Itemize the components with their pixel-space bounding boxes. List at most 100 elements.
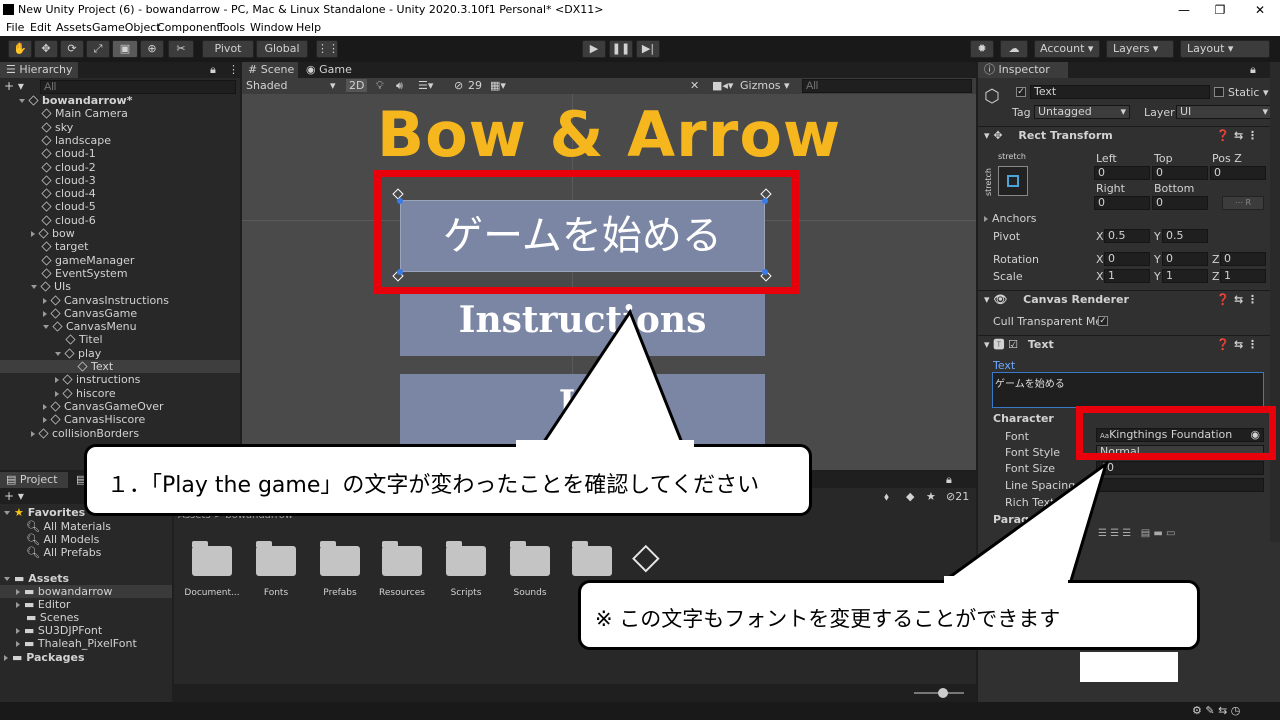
hierarchy-item[interactable]: Titel bbox=[0, 333, 240, 346]
unity-scene-icon[interactable]: ◇ bbox=[632, 536, 660, 577]
effects-icon[interactable]: ☰▾ bbox=[418, 79, 433, 92]
project-add-icon[interactable]: + ▾ bbox=[4, 489, 24, 503]
folder-icon[interactable] bbox=[256, 541, 296, 576]
hierarchy-item[interactable]: Text bbox=[0, 360, 240, 373]
asset-item[interactable]: ▬ SU3DJPFont bbox=[16, 624, 102, 637]
layers-dropdown[interactable]: Layers ▾ bbox=[1106, 40, 1174, 58]
tab-game[interactable]: ◉ Game bbox=[300, 62, 356, 78]
pivot-button[interactable]: Pivot bbox=[202, 40, 254, 58]
component-menu-icon[interactable]: ❓ ⇆ ⋮ bbox=[1216, 127, 1258, 145]
hierarchy-item[interactable]: Main Camera bbox=[0, 107, 240, 120]
lighting-icon[interactable]: 💡︎ bbox=[376, 79, 384, 93]
hierarchy-item[interactable]: hiscore bbox=[0, 387, 240, 400]
scene-search-input[interactable] bbox=[802, 79, 972, 93]
collapse-arrow-icon[interactable] bbox=[43, 310, 47, 317]
text-content-area[interactable]: ゲームを始める bbox=[992, 372, 1264, 408]
expand-arrow-icon[interactable] bbox=[31, 285, 37, 290]
asset-item[interactable]: ▬ bowandarrow bbox=[0, 585, 172, 598]
hierarchy-item[interactable]: landscape bbox=[0, 134, 240, 147]
text-component-header[interactable]: ▾ 🆃 ☑ Text ❓ ⇆ ⋮ bbox=[978, 335, 1270, 353]
favorites-section[interactable]: ★ Favorites bbox=[4, 506, 85, 519]
menu-file[interactable]: File bbox=[6, 21, 24, 34]
hierarchy-item[interactable]: UIs bbox=[0, 280, 240, 293]
camera-icon[interactable]: ■◂▾ bbox=[712, 79, 733, 92]
tab-inspector[interactable]: ⓘ Inspector bbox=[978, 62, 1068, 78]
audio-icon[interactable]: 🔊︎ bbox=[396, 79, 403, 93]
left-field[interactable]: 0 bbox=[1094, 166, 1150, 180]
hierarchy-item[interactable]: EventSystem bbox=[0, 267, 240, 280]
asset-label-icon[interactable]: ⬧ bbox=[884, 490, 889, 504]
hierarchy-item[interactable]: cloud-5 bbox=[0, 200, 240, 213]
hierarchy-item[interactable]: bow bbox=[0, 227, 240, 240]
minimize-button[interactable]: — bbox=[1166, 0, 1202, 20]
fav-item[interactable]: 🔍︎ All Prefabs bbox=[26, 546, 101, 559]
tab-project[interactable]: ▤ Project bbox=[0, 472, 68, 488]
move-tool-icon[interactable]: ✥ bbox=[34, 40, 58, 58]
collab-icon[interactable]: ✹ bbox=[970, 40, 994, 58]
hierarchy-item[interactable]: CanvasGameOver bbox=[0, 400, 240, 413]
collapse-arrow-icon[interactable] bbox=[55, 390, 59, 397]
posz-field[interactable]: 0 bbox=[1210, 166, 1266, 180]
folder-icon[interactable] bbox=[192, 541, 232, 576]
layout-dropdown[interactable]: Layout ▾ bbox=[1180, 40, 1270, 58]
collapse-arrow-icon[interactable] bbox=[31, 430, 35, 437]
hierarchy-item[interactable]: target bbox=[0, 240, 240, 253]
lock-icon[interactable]: 🔒︎ bbox=[210, 63, 216, 77]
tag-dropdown[interactable]: Untagged ▾ bbox=[1034, 105, 1130, 119]
expand-arrow-icon[interactable] bbox=[19, 99, 25, 103]
tab-scene[interactable]: # Scene bbox=[242, 62, 298, 78]
assets-section[interactable]: ▬ Assets bbox=[4, 572, 69, 585]
tag-icon[interactable]: ◆ bbox=[906, 490, 914, 503]
hierarchy-item[interactable]: cloud-6 bbox=[0, 214, 240, 227]
grid-snap-icon[interactable]: ⋮⋮ bbox=[316, 40, 339, 58]
tab-hierarchy[interactable]: ☰ Hierarchy bbox=[0, 62, 78, 78]
packages-section[interactable]: ▬ Packages bbox=[4, 651, 85, 664]
inspector-scrollbar[interactable] bbox=[1270, 62, 1280, 542]
font-size-field[interactable]: 40 bbox=[1096, 461, 1264, 475]
collapse-arrow-icon[interactable] bbox=[55, 377, 59, 384]
zoom-slider-handle[interactable] bbox=[938, 688, 948, 698]
folder-icon[interactable] bbox=[446, 541, 486, 576]
hidden-objects-icon[interactable]: ⊘ bbox=[454, 79, 463, 92]
shading-dropdown[interactable]: Shaded bbox=[246, 79, 287, 92]
account-dropdown[interactable]: Account ▾ bbox=[1034, 40, 1100, 58]
hierarchy-item[interactable]: cloud-1 bbox=[0, 147, 240, 160]
anchor-preset-button[interactable] bbox=[998, 166, 1028, 196]
inspector-lock-icon[interactable]: 🔒︎ bbox=[1250, 63, 1256, 77]
line-spacing-field[interactable] bbox=[1096, 478, 1264, 492]
hierarchy-item[interactable]: sky bbox=[0, 121, 240, 134]
layer-dropdown[interactable]: UI ▾ bbox=[1176, 105, 1272, 119]
top-field[interactable]: 0 bbox=[1152, 166, 1208, 180]
collapse-arrow-icon[interactable] bbox=[43, 403, 47, 410]
scale-x-field[interactable]: 1 bbox=[1104, 269, 1150, 283]
hierarchy-item[interactable]: CanvasGame bbox=[0, 307, 240, 320]
hierarchy-item[interactable]: cloud-3 bbox=[0, 174, 240, 187]
blueprint-raw-buttons[interactable]: ⋯ R bbox=[1222, 196, 1264, 210]
cloud-icon[interactable]: ☁ bbox=[1000, 40, 1028, 58]
collapse-arrow-icon[interactable] bbox=[31, 231, 35, 237]
hand-tool-icon[interactable]: ✋ bbox=[8, 40, 32, 58]
pause-button[interactable]: ❚❚ bbox=[609, 40, 633, 58]
rot-z-field[interactable]: 0 bbox=[1220, 252, 1266, 266]
play-button[interactable]: ▶ bbox=[582, 40, 606, 58]
rect-tool-icon[interactable]: ▣ bbox=[112, 40, 138, 58]
pivot-y-field[interactable]: 0.5 bbox=[1162, 229, 1208, 243]
menu-edit[interactable]: Edit bbox=[30, 21, 51, 34]
folder-icon[interactable] bbox=[382, 541, 422, 576]
cull-checkbox[interactable]: ✓ bbox=[1098, 316, 1108, 326]
asset-item[interactable]: ▬ Thaleah_PixelFont bbox=[16, 637, 137, 650]
menu-window[interactable]: Window bbox=[250, 21, 293, 34]
object-name-field[interactable]: Text bbox=[1030, 85, 1210, 99]
component-menu-icon[interactable]: ❓ ⇆ ⋮ bbox=[1216, 291, 1258, 309]
static-checkbox[interactable] bbox=[1214, 87, 1224, 97]
scale-y-field[interactable]: 1 bbox=[1162, 269, 1208, 283]
rot-y-field[interactable]: 0 bbox=[1162, 252, 1208, 266]
component-menu-icon[interactable]: ❓ ⇆ ⋮ bbox=[1216, 336, 1258, 354]
folder-icon[interactable] bbox=[510, 541, 550, 576]
hierarchy-item[interactable]: CanvasInstructions bbox=[0, 294, 240, 307]
menu-assets[interactable]: Assets bbox=[56, 21, 92, 34]
hierarchy-item[interactable]: cloud-2 bbox=[0, 161, 240, 174]
expand-arrow-icon[interactable] bbox=[55, 351, 61, 356]
collapse-arrow-icon[interactable] bbox=[43, 417, 47, 424]
folder-icon[interactable] bbox=[572, 541, 612, 576]
